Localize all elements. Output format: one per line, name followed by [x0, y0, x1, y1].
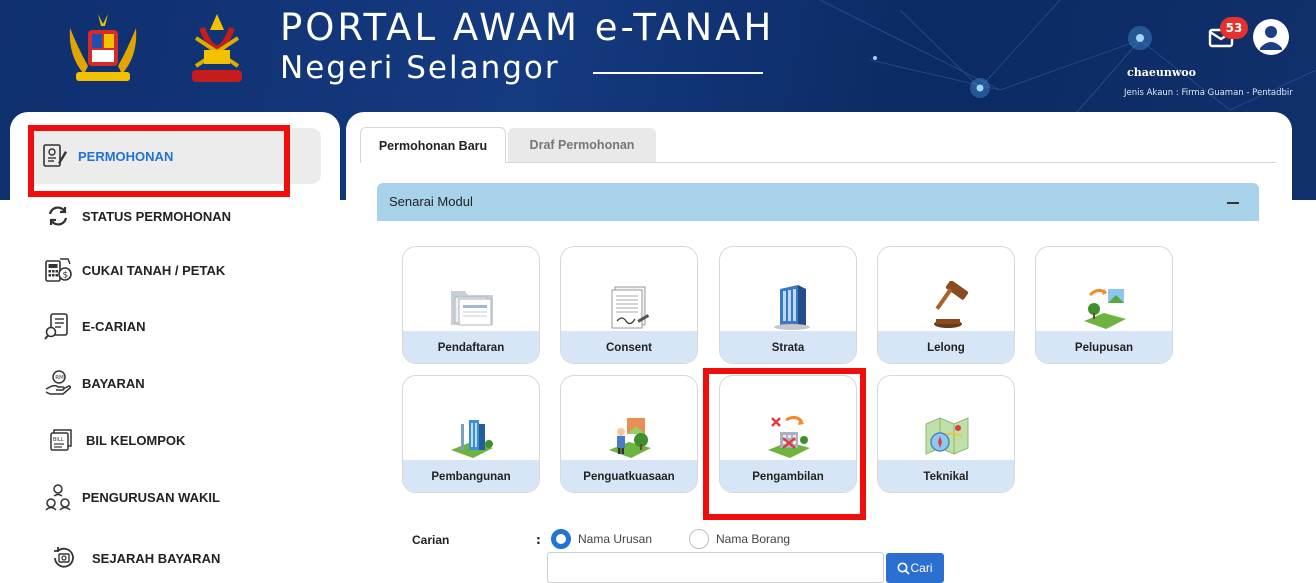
module-tile-label: Pelupusan [1036, 331, 1172, 363]
username: chaeunwoo [1127, 66, 1196, 79]
search-button[interactable]: Cari [886, 553, 944, 583]
tab-permohonan-baru[interactable]: Permohonan Baru [360, 127, 506, 163]
sidebar-item-label: CUKAI TANAH / PETAK [82, 262, 226, 278]
portal-title: PORTAL AWAM e-TANAH [280, 6, 775, 49]
module-tile-teknikal[interactable]: Teknikal [877, 375, 1015, 493]
technical-map-icon [925, 417, 969, 455]
sidebar-item-bayaran[interactable]: RM BAYARAN [44, 363, 344, 403]
svg-text:RM: RM [55, 375, 64, 381]
module-tile-penguatkuasaan[interactable]: Penguatkuasaan [560, 375, 698, 493]
building-icon [774, 285, 810, 330]
radio-nama-borang-label: Nama Borang [716, 532, 791, 546]
payment-hand-icon: RM [44, 369, 72, 397]
folder-documents-icon [451, 291, 493, 326]
module-tile-pelupusan[interactable]: Pelupusan [1035, 246, 1173, 364]
search-input[interactable] [547, 552, 884, 583]
module-tile-consent[interactable]: Consent [560, 246, 698, 364]
module-tile-label: Teknikal [878, 460, 1014, 492]
search-button-label: Cari [910, 561, 933, 575]
highlight-box-pengambilan [703, 368, 866, 520]
selangor-crest-logo [192, 14, 242, 82]
document-search-icon [44, 312, 72, 340]
highlight-box-permohonan [28, 125, 290, 197]
sidebar-item-label: BAYARAN [82, 375, 145, 391]
search-label-colon: : [536, 533, 541, 547]
sidebar-item-label: BIL KELOMPOK [86, 432, 186, 448]
enforcement-icon [609, 418, 651, 458]
tax-calculator-icon: $ [44, 256, 72, 284]
collapse-icon[interactable] [1227, 202, 1239, 204]
module-tile-label: Strata [720, 331, 856, 363]
module-tile-label: Consent [561, 331, 697, 363]
radio-nama-urusan-label: Nama Urusan [578, 532, 653, 546]
module-tile-label: Penguatkuasaan [561, 460, 697, 492]
module-tile-pendaftaran[interactable]: Pendaftaran [402, 246, 540, 364]
sidebar-item-bil-kelompok[interactable]: BILL BIL KELOMPOK [48, 420, 348, 460]
module-tile-label: Lelong [878, 331, 1014, 363]
sidebar-item-sejarah-bayaran[interactable]: SEJARAH BAYARAN [50, 538, 350, 578]
module-list-title: Senarai Modul [389, 194, 473, 209]
bill-batch-icon: BILL [48, 426, 76, 454]
agents-icon [44, 483, 72, 511]
radio-nama-borang[interactable] [689, 529, 709, 549]
radio-nama-urusan[interactable] [551, 529, 571, 549]
search-label: Carian [412, 533, 450, 547]
sidebar-item-label: PENGURUSAN WAKIL [82, 489, 220, 505]
module-tile-label: Pendaftaran [403, 331, 539, 363]
development-icon [451, 420, 493, 458]
svg-text:$: $ [63, 271, 69, 281]
module-tile-lelong[interactable]: Lelong [877, 246, 1015, 364]
notification-count-badge[interactable]: 53 [1220, 17, 1248, 39]
module-list-header: Senarai Modul [377, 183, 1259, 221]
tab-draf-permohonan[interactable]: Draf Permohonan [508, 128, 656, 162]
account-type: Jenis Akaun : Firma Guaman - Pentadbir [1124, 88, 1293, 98]
module-tile-pembangunan[interactable]: Pembangunan [402, 375, 540, 493]
sidebar-item-e-carian[interactable]: E-CARIAN [44, 306, 344, 346]
module-tile-strata[interactable]: Strata [719, 246, 857, 364]
svg-text:BILL: BILL [53, 437, 64, 443]
sidebar-item-status-permohonan[interactable]: STATUS PERMOHONAN [44, 196, 344, 236]
portal-subtitle: Negeri Selangor [280, 50, 560, 86]
payment-history-icon [50, 544, 78, 572]
sidebar-item-label: E-CARIAN [82, 318, 146, 334]
signed-document-icon [611, 286, 650, 329]
sidebar-item-label: SEJARAH BAYARAN [92, 550, 221, 566]
refresh-icon [44, 202, 72, 230]
land-disposal-icon [1084, 288, 1126, 329]
sidebar-item-label: STATUS PERMOHONAN [82, 208, 232, 224]
gavel-icon [934, 281, 969, 328]
search-icon [897, 562, 911, 575]
module-tile-label: Pembangunan [403, 460, 539, 492]
sidebar-item-pengurusan-wakil[interactable]: PENGURUSAN WAKIL [44, 477, 344, 517]
sidebar-item-cukai-tanah[interactable]: $ CUKAI TANAH / PETAK [44, 250, 344, 290]
user-avatar-icon[interactable] [1253, 19, 1289, 55]
subtitle-divider [593, 72, 763, 74]
malaysia-coat-of-arms-logo [69, 14, 137, 81]
